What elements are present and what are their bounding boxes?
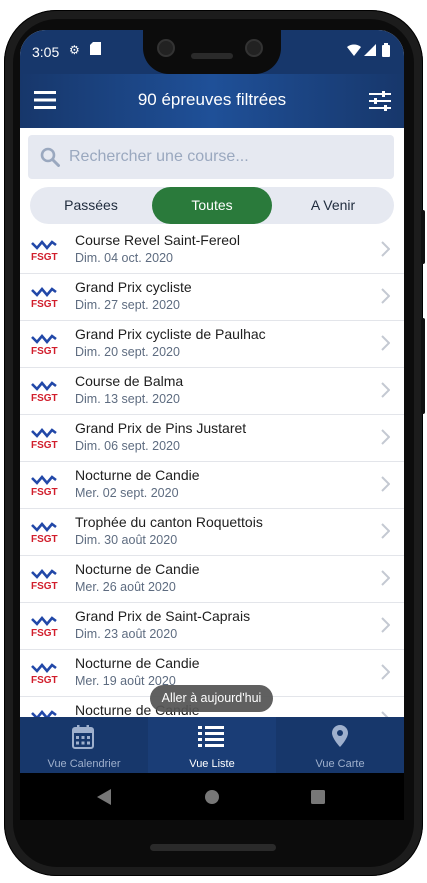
bottom-navigation: Vue Calendrier Vue Liste Vue Carte: [20, 717, 404, 773]
race-name: Grand Prix de Pins Justaret: [75, 420, 247, 436]
race-row[interactable]: FSGT Grand Prix de Pins Justaret Dim. 06 s…: [20, 415, 404, 462]
fsgt-logo-icon: FSGT: [30, 333, 58, 357]
race-date: Dim. 20 sept. 2020: [75, 345, 180, 359]
app-bar: 90 épreuves filtrées: [20, 74, 404, 128]
fsgt-logo-icon: FSGT: [30, 521, 58, 545]
fsgt-logo-icon: FSGT: [30, 239, 58, 263]
search-icon: [40, 147, 60, 172]
race-date: Mer. 02 sept. 2020: [75, 486, 179, 500]
earpiece-speaker: [191, 53, 233, 59]
filter-past[interactable]: Passées: [30, 187, 152, 224]
race-date: Mer. 26 août 2020: [75, 580, 176, 594]
race-name: Grand Prix de Saint-Caprais: [75, 608, 251, 624]
today-toast[interactable]: Aller à aujourd'hui: [150, 685, 273, 712]
wifi-icon: [347, 44, 361, 59]
race-name: Grand Prix cycliste: [75, 279, 192, 295]
filter-upcoming[interactable]: A Venir: [272, 187, 394, 224]
chevron-right-icon: [381, 335, 390, 351]
race-list[interactable]: FSGT Course Revel Saint-Fereol Dim. 04 oct…: [20, 227, 404, 720]
fsgt-logo-icon: FSGT: [30, 427, 58, 451]
tab-calendar[interactable]: Vue Calendrier: [20, 717, 148, 773]
race-date: Dim. 27 sept. 2020: [75, 298, 180, 312]
map-pin-icon: [332, 725, 348, 747]
race-name: Nocturne de Candie: [75, 561, 200, 577]
chevron-right-icon: [381, 664, 390, 680]
race-row[interactable]: FSGT Course Revel Saint-Fereol Dim. 04 oct…: [20, 227, 404, 274]
svg-text:FSGT: FSGT: [31, 346, 58, 355]
sd-card-status-icon: [90, 42, 101, 58]
race-name: Course de Balma: [75, 373, 184, 389]
status-bar: 3:05 ⚙: [20, 30, 404, 74]
race-date: Dim. 23 août 2020: [75, 627, 178, 641]
fsgt-logo-icon: FSGT: [30, 474, 58, 498]
race-row[interactable]: FSGT Course de Balma Dim. 13 sept. 2020: [20, 368, 404, 415]
tab-map[interactable]: Vue Carte: [276, 717, 404, 773]
system-navigation-bar: [20, 773, 404, 820]
race-row[interactable]: FSGT Trophée du canton Roquettois Dim. 30 …: [20, 509, 404, 556]
race-name: Grand Prix cycliste de Paulhac: [75, 326, 266, 342]
race-date: Dim. 30 août 2020: [75, 533, 178, 547]
svg-text:FSGT: FSGT: [31, 581, 58, 590]
tab-list-label: Vue Liste: [189, 758, 235, 770]
race-row[interactable]: FSGT Grand Prix de Saint-Caprais Dim. 23 a…: [20, 603, 404, 650]
svg-text:FSGT: FSGT: [31, 487, 58, 496]
tab-map-label: Vue Carte: [315, 758, 365, 770]
svg-text:FSGT: FSGT: [31, 628, 58, 637]
back-icon[interactable]: [97, 789, 111, 805]
svg-text:FSGT: FSGT: [31, 393, 58, 402]
race-date: Dim. 06 sept. 2020: [75, 439, 180, 453]
volume-button: [421, 318, 425, 414]
race-name: Nocturne de Candie: [75, 467, 200, 483]
chevron-right-icon: [381, 570, 390, 586]
chevron-right-icon: [381, 288, 390, 304]
chevron-right-icon: [381, 617, 390, 633]
filter-settings-icon[interactable]: [369, 91, 391, 116]
svg-text:FSGT: FSGT: [31, 440, 58, 449]
race-date: Dim. 13 sept. 2020: [75, 392, 180, 406]
screen: 3:05 ⚙ 90 épreuves filtrées Rechercher u…: [20, 30, 404, 820]
fsgt-logo-icon: FSGT: [30, 662, 58, 686]
race-name: Nocturne de Candie: [75, 655, 200, 671]
race-row[interactable]: FSGT Grand Prix cycliste de Paulhac Dim. 2…: [20, 321, 404, 368]
front-camera-icon: [157, 39, 175, 57]
recents-icon[interactable]: [311, 790, 325, 804]
svg-text:FSGT: FSGT: [31, 252, 58, 261]
svg-text:FSGT: FSGT: [31, 534, 58, 543]
chevron-right-icon: [381, 382, 390, 398]
calendar-icon: [72, 725, 94, 749]
power-button: [421, 210, 425, 264]
fsgt-logo-icon: FSGT: [30, 615, 58, 639]
race-row[interactable]: FSGT Nocturne de Candie Mer. 02 sept. 2020: [20, 462, 404, 509]
race-date: Dim. 04 oct. 2020: [75, 251, 173, 265]
camera-notch: [143, 30, 281, 74]
svg-text:FSGT: FSGT: [31, 299, 58, 308]
race-row[interactable]: FSGT Nocturne de Candie Mer. 26 août 2020: [20, 556, 404, 603]
fsgt-logo-icon: FSGT: [30, 286, 58, 310]
svg-text:FSGT: FSGT: [31, 675, 58, 684]
filter-all[interactable]: Toutes: [152, 187, 272, 224]
fsgt-logo-icon: FSGT: [30, 380, 58, 404]
signal-icon: [364, 44, 376, 59]
status-time: 3:05: [32, 44, 60, 60]
race-row[interactable]: FSGT Grand Prix cycliste Dim. 27 sept. 202…: [20, 274, 404, 321]
search-bar[interactable]: Rechercher une course...: [28, 135, 394, 179]
chevron-right-icon: [381, 241, 390, 257]
tab-list[interactable]: Vue Liste: [148, 717, 276, 773]
chevron-right-icon: [381, 476, 390, 492]
period-filter: Passées Toutes A Venir: [30, 187, 394, 224]
search-input[interactable]: Rechercher une course...: [69, 148, 249, 166]
fsgt-logo-icon: FSGT: [30, 568, 58, 592]
page-title: 90 épreuves filtrées: [137, 90, 287, 109]
list-icon: [198, 726, 224, 747]
front-camera-icon: [245, 39, 263, 57]
settings-status-icon: ⚙: [69, 43, 80, 57]
race-name: Course Revel Saint-Fereol: [75, 232, 240, 248]
race-name: Trophée du canton Roquettois: [75, 514, 263, 530]
tab-calendar-label: Vue Calendrier: [47, 758, 121, 770]
chevron-right-icon: [381, 429, 390, 445]
battery-icon: [382, 43, 390, 60]
home-icon[interactable]: [204, 789, 220, 805]
bottom-speaker-grille: [150, 844, 276, 851]
chevron-right-icon: [381, 523, 390, 539]
